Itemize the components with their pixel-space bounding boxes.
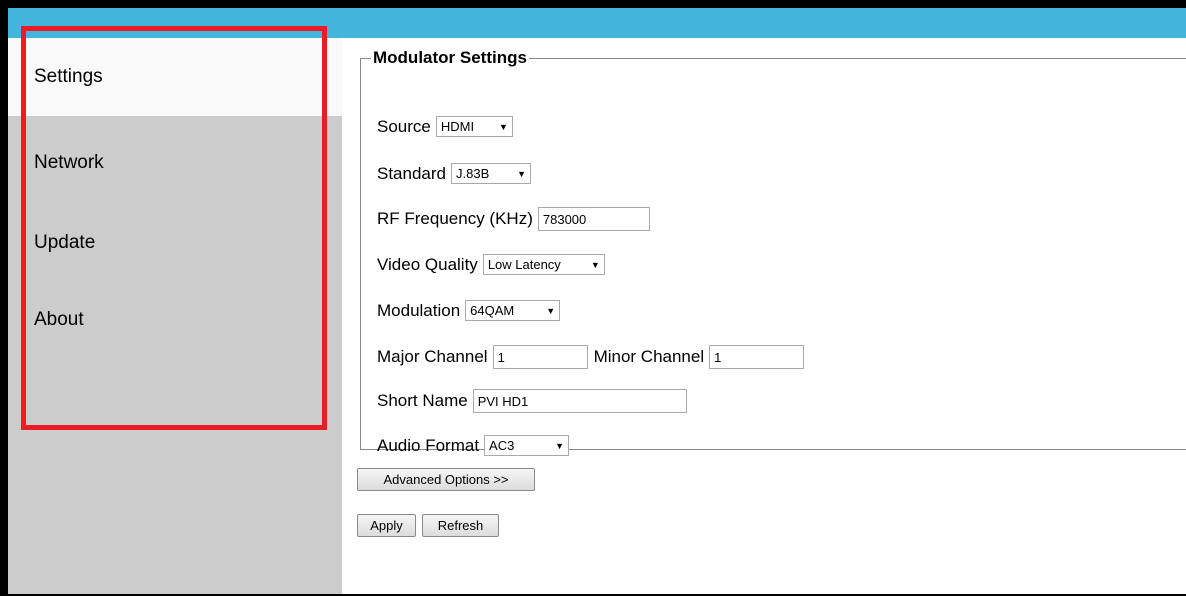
source-value: HDMI: [440, 119, 475, 134]
minor-channel-input[interactable]: 1: [709, 345, 805, 369]
standard-value: J.83B: [456, 166, 490, 181]
standard-select[interactable]: J.83B ▼: [451, 163, 531, 184]
audio-format-select[interactable]: AC3 ▼: [484, 435, 570, 456]
audio-format-label: Audio Format: [377, 435, 480, 455]
apply-button[interactable]: Apply: [357, 514, 416, 537]
video-quality-label: Video Quality: [377, 254, 478, 274]
video-quality-select[interactable]: Low Latency ▼: [482, 254, 605, 275]
major-channel-input[interactable]: 1: [492, 345, 588, 369]
minor-channel-label: Minor Channel: [593, 347, 705, 366]
chevron-down-icon: ▼: [546, 305, 556, 316]
chevron-down-icon: ▼: [590, 259, 600, 270]
chevron-down-icon: ▼: [498, 121, 508, 132]
video-quality-row: Video Quality Low Latency ▼: [377, 254, 605, 275]
sidebar-item-label: Update: [34, 232, 96, 253]
rf-frequency-row: RF Frequency (KHz) 783000: [377, 207, 650, 231]
sidebar-item-label: About: [34, 309, 84, 330]
source-label: Source: [377, 116, 431, 136]
main-content: Modulator Settings Source HDMI ▼ Standar…: [342, 38, 1186, 594]
rf-frequency-input[interactable]: 783000: [537, 207, 650, 231]
chevron-down-icon: ▼: [555, 440, 565, 451]
audio-format-value: AC3: [489, 438, 515, 453]
sidebar-item-settings[interactable]: Settings: [8, 38, 342, 116]
refresh-button[interactable]: Refresh: [422, 514, 499, 537]
sidebar-item-about[interactable]: About: [8, 281, 342, 359]
advanced-options-button[interactable]: Advanced Options >>: [357, 468, 535, 491]
rf-frequency-label: RF Frequency (KHz): [377, 209, 533, 228]
sidebar-item-update[interactable]: Update: [8, 204, 342, 282]
app-window: Settings Network Update About Modulator …: [8, 8, 1186, 594]
sidebar: Settings Network Update About: [8, 38, 342, 594]
modulator-settings-group: Modulator Settings Source HDMI ▼ Standar…: [360, 48, 1186, 456]
short-name-input[interactable]: PVI HD1: [472, 389, 687, 413]
top-bar: [8, 8, 1186, 38]
modulation-value: 64QAM: [470, 303, 515, 318]
modulation-select[interactable]: 64QAM ▼: [465, 300, 561, 321]
audio-format-row: Audio Format AC3 ▼: [377, 435, 570, 456]
sidebar-item-label: Settings: [34, 66, 103, 87]
standard-row: Standard J.83B ▼: [377, 163, 531, 184]
video-quality-value: Low Latency: [487, 257, 561, 272]
modulation-row: Modulation 64QAM ▼: [377, 300, 561, 321]
modulation-label: Modulation: [377, 300, 461, 320]
group-title: Modulator Settings: [373, 48, 527, 67]
source-select[interactable]: HDMI ▼: [435, 116, 513, 137]
standard-label: Standard: [377, 163, 446, 183]
chevron-down-icon: ▼: [517, 168, 526, 179]
sidebar-item-label: Network: [34, 152, 104, 173]
source-row: Source HDMI ▼: [377, 116, 513, 137]
sidebar-item-network[interactable]: Network: [8, 124, 342, 202]
major-channel-label: Major Channel: [377, 347, 488, 366]
channel-row: Major Channel 1 Minor Channel 1: [377, 345, 805, 369]
short-name-row: Short Name PVI HD1: [377, 389, 687, 413]
short-name-label: Short Name: [377, 391, 468, 410]
